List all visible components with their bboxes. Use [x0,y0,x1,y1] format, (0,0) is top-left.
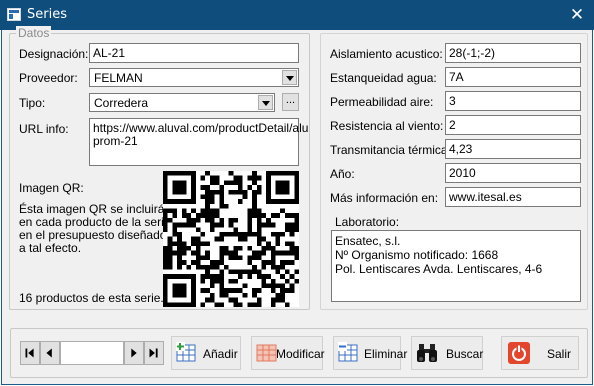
laboratorio-textarea[interactable]: Ensatec, s.l. Nº Organismo notificado: 1… [331,230,581,302]
exit-label: Salir [547,347,572,361]
wind-field[interactable]: 2 [445,115,581,135]
more-info-field[interactable]: www.itesal.es [445,187,581,207]
next-record-button[interactable] [124,341,144,365]
prop-label-air: Permeabilidad aire: [330,95,434,109]
products-count: 16 productos de esta serie. [19,291,164,305]
add-button[interactable]: Añadir [171,336,241,370]
lab-line: Nº Organismo notificado: 1668 [335,248,499,262]
proveedor-label: Proveedor: [19,71,78,85]
exit-button[interactable]: Salir [501,336,579,370]
qr-note: Ésta imagen QR se incluirá en cada produ… [19,203,170,255]
power-exit-icon [508,342,530,364]
properties-group: Aislamiento acustico: 28(-1;-2) Estanque… [320,33,588,310]
tipo-value: Corredera [94,96,149,110]
next-icon [131,348,137,358]
qr-code-image [163,171,299,307]
edit-label: Modificar [276,347,325,361]
add-table-icon [176,342,196,362]
window-title: Series [27,7,67,22]
chevron-down-icon[interactable] [258,95,273,110]
url-line-2: prom-21 [93,134,138,148]
binoculars-icon [417,344,437,362]
first-icon [25,348,34,358]
year-field[interactable]: 2010 [445,163,581,183]
window-client: Datos Designación: AL-21 Proveedor: FELM… [1,26,593,385]
add-label: Añadir [203,347,238,361]
title-bar: Series ✕ [0,0,594,30]
delete-table-icon [338,342,358,362]
water-field[interactable]: 7A [445,67,581,87]
toolbar: Añadir Modificar Eliminar Buscar Salir [10,328,588,378]
edit-button[interactable]: Modificar [251,336,325,370]
tipo-label: Tipo: [19,96,46,110]
record-position-input[interactable] [60,341,124,365]
qr-label: Imagen QR: [19,181,84,195]
lab-line: Ensatec, s.l. [335,234,401,248]
delete-label: Eliminar [364,347,408,361]
app-icon [7,8,21,21]
proveedor-select[interactable]: FELMAN [89,68,299,87]
delete-button[interactable]: Eliminar [333,336,407,370]
acoustic-field[interactable]: 28(-1;-2) [445,43,581,63]
datos-group: Datos Designación: AL-21 Proveedor: FELM… [9,26,310,310]
prop-label-wind: Resistencia al viento: [330,119,444,133]
qr-note-line: a tal efecto. [19,241,82,255]
search-label: Buscar [446,347,484,361]
designacion-field[interactable]: AL-21 [89,43,299,63]
url-label: URL info: [19,122,69,136]
prev-icon [46,348,52,358]
proveedor-value: FELMAN [94,71,143,85]
laboratorio-label: Laboratorio: [335,215,400,229]
tipo-more-button[interactable]: ... [282,93,299,111]
last-record-button[interactable] [144,341,164,365]
tipo-select[interactable]: Corredera [89,93,275,112]
edit-table-icon [256,344,277,362]
prop-label-water: Estanqueidad agua: [330,71,437,85]
datos-legend: Datos [16,26,52,40]
lab-line: Pol. Lentiscares Avda. Lentiscares, 4-6 [335,262,543,276]
air-field[interactable]: 3 [445,91,581,111]
prop-label-acoustic: Aislamiento acustico: [330,47,443,61]
close-button[interactable]: ✕ [566,5,588,25]
prop-label-thermal: Transmitancia térmica: [330,143,451,157]
search-button[interactable]: Buscar [411,336,483,370]
chevron-down-icon[interactable] [282,70,297,85]
designacion-label: Designación: [19,47,89,61]
prev-record-button[interactable] [40,341,60,365]
prop-label-year: Año: [330,167,355,181]
prop-label-more-info: Más información en: [330,191,439,205]
first-record-button[interactable] [20,341,40,365]
last-icon [149,348,158,358]
url-textarea[interactable]: https://www.aluval.com/productDetail/alu… [89,118,308,166]
thermal-field[interactable]: 4,23 [445,139,581,159]
